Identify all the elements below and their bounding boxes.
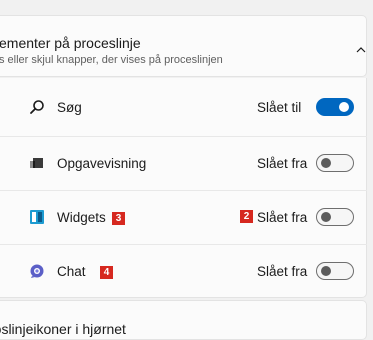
toggle-knob [321,266,331,276]
section-title: ementer på proceslinje [0,35,141,51]
toggle-knob [339,102,349,112]
taskbar-corner-icons-header[interactable]: roslinjeikoner i hjørnet [0,300,367,340]
section-title: roslinjeikoner i hjørnet [0,321,126,337]
toggle-state-label: Slået fra [257,156,308,171]
section-subtitle: s eller skjul knapper, der vises på proc… [0,54,223,66]
step-badge: 2 [240,210,253,223]
widgets-icon [30,210,44,224]
search-icon [30,100,44,114]
taskbar-items-header[interactable]: ementer på proceslinje s eller skjul kna… [0,15,367,77]
item-label: Opgavevisning [57,156,147,171]
toggle-knob [321,158,331,168]
taskbar-item-chat: Chat 4 Slået fra [0,245,367,298]
toggle-state-label: Slået fra [257,210,308,225]
taskbar-items-panel: ementer på proceslinje s eller skjul kna… [0,0,373,340]
task-view-icon [30,158,43,168]
search-toggle[interactable] [316,98,354,116]
toggle-state-label: Slået fra [257,264,308,279]
taskbar-item-widgets: Widgets 3 2 Slået fra [0,191,367,244]
chat-icon [30,264,44,278]
chat-toggle[interactable] [316,262,354,280]
task-view-toggle[interactable] [316,154,354,172]
taskbar-item-task-view: Opgavevisning Slået fra [0,137,367,190]
step-badge: 4 [100,266,113,279]
step-badge: 3 [112,212,125,225]
item-label: Søg [57,100,82,115]
widgets-toggle[interactable] [316,208,354,226]
toggle-state-label: Slået til [257,100,302,115]
taskbar-item-search: Søg Slået til [0,78,367,136]
item-label: Widgets [57,210,106,225]
chevron-up-icon[interactable] [355,44,367,56]
item-label: Chat [57,264,86,279]
toggle-knob [321,212,331,222]
